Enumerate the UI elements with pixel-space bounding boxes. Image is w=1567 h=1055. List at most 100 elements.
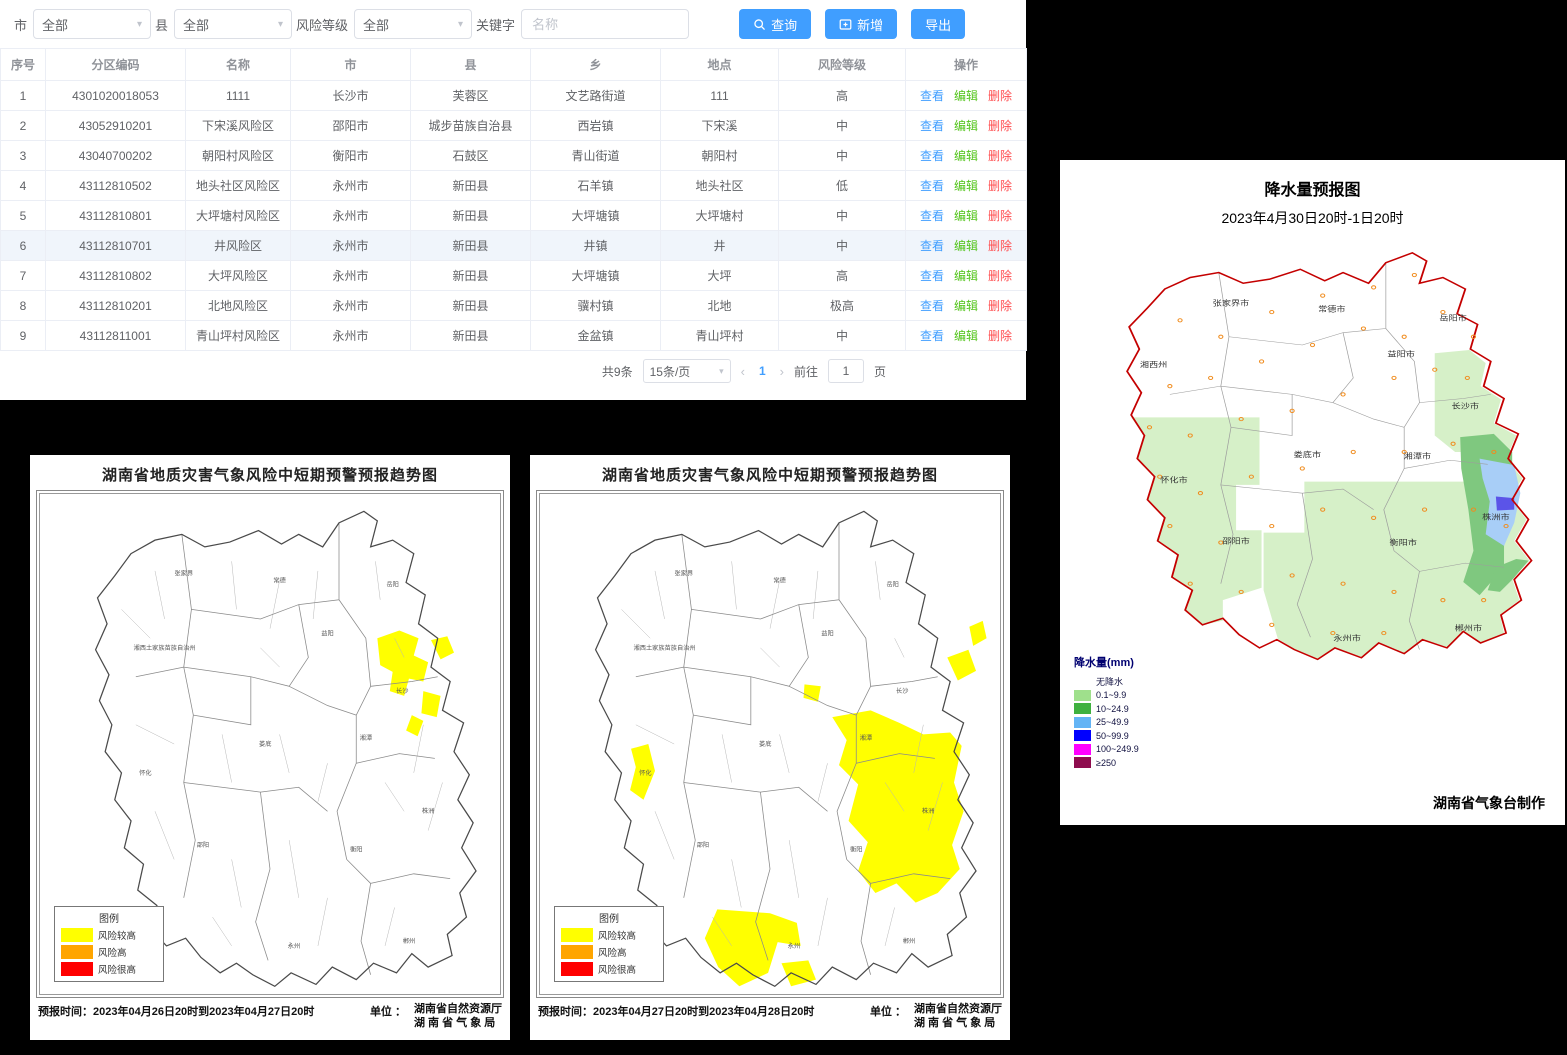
region-label: 湘西土家族苗族自治州	[134, 644, 196, 652]
view-link[interactable]: 查看	[920, 269, 944, 283]
search-icon	[753, 18, 766, 31]
legend-label: 风险高	[598, 945, 627, 959]
view-link[interactable]: 查看	[920, 119, 944, 133]
current-page[interactable]: 1	[755, 364, 770, 378]
edit-link[interactable]: 编辑	[954, 149, 978, 163]
view-link[interactable]: 查看	[920, 209, 944, 223]
legend-item: 风险高	[561, 945, 657, 959]
trend-map-title: 湖南省地质灾害气象风险中短期预警预报趋势图	[530, 455, 1010, 490]
legend-item: ≥250	[1074, 756, 1139, 770]
region-label: 邵阳	[197, 841, 209, 849]
region-label: 常德	[273, 576, 285, 584]
cell-code: 43112810502	[46, 171, 186, 201]
city-label: 邵阳市	[1222, 536, 1250, 545]
add-button[interactable]: 新增	[825, 9, 897, 39]
delete-link[interactable]: 删除	[988, 329, 1012, 343]
view-link[interactable]: 查看	[920, 149, 944, 163]
prev-page-button[interactable]: ‹	[741, 364, 745, 379]
next-page-button[interactable]: ›	[780, 364, 784, 379]
cell-code: 43052910201	[46, 111, 186, 141]
city-filter-label: 市	[14, 15, 27, 34]
export-button[interactable]: 导出	[911, 9, 965, 39]
edit-link[interactable]: 编辑	[954, 299, 978, 313]
precip-legend: 降水量(mm) 无降水0.1~9.910~24.925~49.950~99.91…	[1074, 654, 1139, 770]
risk-level-filter-select[interactable]: 全部 ▾	[354, 9, 472, 39]
legend-swatch	[561, 928, 593, 942]
cell-seq: 3	[1, 141, 46, 171]
keyword-input[interactable]	[521, 9, 689, 39]
trend-legend-items: 风险较高风险高风险很高	[561, 928, 657, 976]
city-label: 岳阳市	[1439, 313, 1467, 322]
table-row: 143010200180531111长沙市芙蓉区文艺路街道111高查看编辑删除	[1, 81, 1027, 111]
delete-link[interactable]: 删除	[988, 209, 1012, 223]
table-row: 943112811001青山坪村风险区永州市新田县金盆镇青山坪村中查看编辑删除	[1, 321, 1027, 351]
cell-actions: 查看编辑删除	[906, 141, 1027, 171]
legend-item: 风险较高	[61, 928, 157, 942]
edit-link[interactable]: 编辑	[954, 329, 978, 343]
table-row: 243052910201下宋溪风险区邵阳市城步苗族自治县西岩镇下宋溪中查看编辑删…	[1, 111, 1027, 141]
delete-link[interactable]: 删除	[988, 119, 1012, 133]
forecast-time: 预报时间：2023年04月26日20时到2023年04月27日20时	[38, 1003, 314, 1019]
view-link[interactable]: 查看	[920, 329, 944, 343]
edit-link[interactable]: 编辑	[954, 209, 978, 223]
view-link[interactable]: 查看	[920, 179, 944, 193]
view-link[interactable]: 查看	[920, 299, 944, 313]
delete-link[interactable]: 删除	[988, 179, 1012, 193]
cell-code: 4301020018053	[46, 81, 186, 111]
edit-link[interactable]: 编辑	[954, 179, 978, 193]
cell-actions: 查看编辑删除	[906, 81, 1027, 111]
edit-link[interactable]: 编辑	[954, 89, 978, 103]
legend-label: 风险高	[98, 945, 127, 959]
region-label: 张家界	[674, 570, 693, 578]
edit-link[interactable]: 编辑	[954, 239, 978, 253]
city-filter-select[interactable]: 全部 ▾	[33, 9, 151, 39]
cell-town: 文艺路街道	[531, 81, 661, 111]
legend-swatch	[61, 962, 93, 976]
legend-swatch	[561, 962, 593, 976]
pagination-total: 共9条	[602, 363, 633, 380]
unit-label: 单位 ：	[870, 1003, 906, 1031]
search-button[interactable]: 查询	[739, 9, 811, 39]
table-row: 343040700202朝阳村风险区衡阳市石鼓区青山街道朝阳村中查看编辑删除	[1, 141, 1027, 171]
region-label: 岳阳	[886, 580, 898, 588]
precip-legend-items: 无降水0.1~9.910~24.925~49.950~99.9100~249.9…	[1074, 675, 1139, 770]
delete-link[interactable]: 删除	[988, 269, 1012, 283]
cell-place: 朝阳村	[661, 141, 779, 171]
city-filter-value: 全部	[42, 15, 68, 34]
page-size-select[interactable]: 15条/页 ▾	[643, 359, 731, 383]
region-label: 怀化	[639, 769, 651, 777]
legend-swatch	[1074, 730, 1091, 741]
delete-link[interactable]: 删除	[988, 299, 1012, 313]
cell-actions: 查看编辑删除	[906, 201, 1027, 231]
precip-legend-title: 降水量(mm)	[1074, 654, 1139, 670]
edit-link[interactable]: 编辑	[954, 269, 978, 283]
cell-county: 新田县	[411, 231, 531, 261]
cell-town: 大坪塘镇	[531, 261, 661, 291]
cell-city: 永州市	[291, 171, 411, 201]
legend-label: 10~24.9	[1096, 704, 1129, 714]
delete-link[interactable]: 删除	[988, 89, 1012, 103]
cell-city: 长沙市	[291, 81, 411, 111]
region-label: 长沙	[896, 687, 908, 695]
legend-title: 图例	[61, 910, 157, 925]
delete-link[interactable]: 删除	[988, 239, 1012, 253]
cell-county: 新田县	[411, 171, 531, 201]
view-link[interactable]: 查看	[920, 89, 944, 103]
edit-link[interactable]: 编辑	[954, 119, 978, 133]
legend-swatch	[1074, 717, 1091, 728]
county-filter-select[interactable]: 全部 ▾	[174, 9, 292, 39]
trend-map-title: 湖南省地质灾害气象风险中短期预警预报趋势图	[30, 455, 510, 490]
legend-label: 25~49.9	[1096, 717, 1129, 727]
legend-swatch	[1074, 757, 1091, 768]
view-link[interactable]: 查看	[920, 239, 944, 253]
col-header-county: 县	[411, 49, 531, 81]
precip-map-subtitle: 2023年4月30日20时-1日20时	[1060, 200, 1565, 228]
region-label: 怀化	[139, 769, 151, 777]
city-label: 娄底市	[1294, 450, 1322, 459]
cell-code: 43112810801	[46, 201, 186, 231]
cell-county: 新田县	[411, 201, 531, 231]
trend-map-panel-2: 湖南省地质灾害气象风险中短期预警预报趋势图 湘西土家族苗族自治州张家界常德岳阳益…	[530, 455, 1010, 1040]
city-label: 郴州市	[1455, 623, 1483, 632]
delete-link[interactable]: 删除	[988, 149, 1012, 163]
goto-page-input[interactable]	[828, 359, 864, 383]
